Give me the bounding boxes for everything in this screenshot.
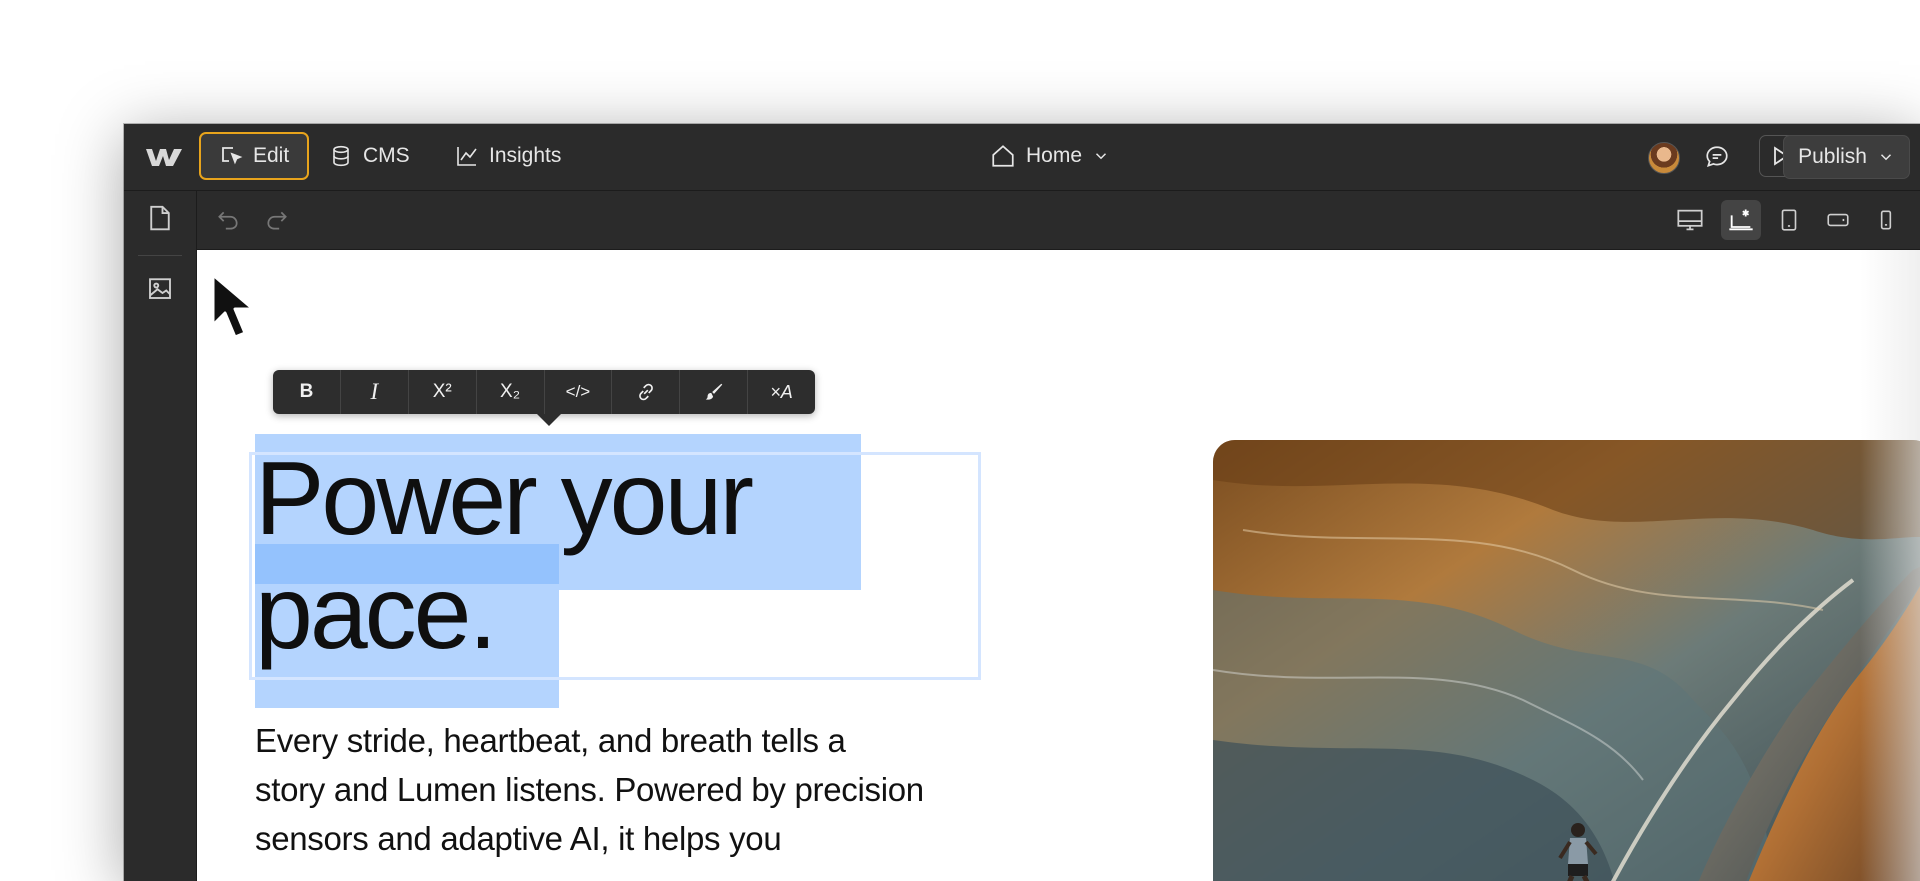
- cms-mode-label: CMS: [363, 144, 410, 167]
- subscript-icon: X₂: [500, 381, 521, 402]
- hero-heading[interactable]: Power your pace.: [255, 442, 995, 670]
- comment-icon: [1706, 146, 1728, 168]
- breakpoint-tablet[interactable]: [1772, 203, 1806, 237]
- clear-formatting-icon: ×A: [770, 381, 793, 402]
- superscript-button[interactable]: X²: [409, 370, 477, 414]
- link-button[interactable]: [612, 370, 681, 414]
- clear-formatting-button[interactable]: ×A: [748, 370, 815, 414]
- superscript-icon: X²: [432, 381, 452, 402]
- page-selector[interactable]: Home: [990, 132, 1110, 180]
- style-brush-button[interactable]: [680, 370, 749, 414]
- link-icon: [638, 383, 653, 401]
- pages-panel-button[interactable]: [144, 201, 176, 235]
- paragraph-line: story and Lumen listens. Powered by prec…: [255, 771, 924, 808]
- italic-icon: I: [370, 379, 379, 404]
- home-icon: [992, 145, 1014, 167]
- design-canvas[interactable]: Power your pace. Every stride, heartbeat…: [197, 250, 1920, 881]
- paragraph-line: sensors and adaptive AI, it helps you: [255, 820, 782, 857]
- database-icon: [333, 145, 349, 167]
- canvas-edge-shadow: [1860, 250, 1920, 881]
- heading-line: Power your: [255, 441, 754, 557]
- cms-mode-button[interactable]: CMS: [311, 132, 428, 180]
- chevron-down-icon: [1096, 153, 1107, 160]
- chevron-down-icon: [1880, 154, 1892, 161]
- subscript-button[interactable]: X₂: [477, 370, 545, 414]
- hero-image[interactable]: [1213, 440, 1920, 881]
- top-bar: Edit CMS Insights Home Publish: [124, 124, 1920, 191]
- code-button[interactable]: </>: [545, 370, 613, 414]
- mobile-landscape-icon: [1827, 213, 1849, 227]
- edit-mode-button[interactable]: Edit: [199, 132, 310, 180]
- edit-mode-label: Edit: [253, 144, 290, 167]
- breakpoint-base[interactable]: [1721, 200, 1761, 240]
- undo-icon: [218, 211, 238, 230]
- designer-window: Edit CMS Insights Home Publish Power you…: [124, 124, 1920, 881]
- breakpoint-mobile-landscape[interactable]: [1821, 203, 1855, 237]
- brush-icon: [705, 383, 722, 400]
- italic-button[interactable]: I: [341, 370, 409, 414]
- publish-button[interactable]: Publish: [1783, 135, 1910, 179]
- mobile-portrait-icon: [1880, 210, 1892, 230]
- base-breakpoint-icon: [1729, 209, 1753, 231]
- beach-runner-photo: [1213, 440, 1920, 881]
- heading-line: pace.: [255, 555, 497, 671]
- redo-icon: [267, 211, 287, 230]
- left-sidebar: [124, 191, 197, 881]
- avatar[interactable]: [1648, 142, 1680, 174]
- rich-text-toolbar: B I X² X₂ </> ×A: [273, 370, 815, 414]
- breakpoint-desktop[interactable]: [1673, 203, 1707, 237]
- line-chart-icon: [457, 147, 477, 166]
- cursor-select-icon: [222, 147, 243, 165]
- insights-mode-button[interactable]: Insights: [437, 132, 579, 180]
- toolbar-caret: [537, 414, 561, 426]
- sidebar-divider: [138, 255, 182, 256]
- desktop-icon: [1677, 209, 1703, 231]
- webflow-logo-icon[interactable]: [144, 144, 184, 170]
- redo-button[interactable]: [260, 203, 294, 237]
- comments-button[interactable]: [1700, 140, 1734, 174]
- tablet-icon: [1781, 209, 1797, 231]
- breakpoint-mobile-portrait[interactable]: [1869, 203, 1903, 237]
- bold-button[interactable]: B: [273, 370, 341, 414]
- hero-paragraph[interactable]: Every stride, heartbeat, and breath tell…: [255, 716, 995, 863]
- insights-mode-label: Insights: [489, 144, 562, 167]
- code-icon: </>: [565, 382, 591, 401]
- mouse-pointer-icon: [211, 273, 255, 339]
- canvas-toolbar: [197, 191, 1920, 250]
- page-icon: [150, 205, 170, 231]
- bold-icon: B: [299, 381, 314, 402]
- undo-button[interactable]: [211, 203, 245, 237]
- page-selector-label: Home: [1026, 144, 1083, 167]
- paragraph-line: Every stride, heartbeat, and breath tell…: [255, 722, 846, 759]
- publish-label: Publish: [1798, 145, 1867, 168]
- assets-icon: [149, 278, 171, 299]
- assets-panel-button[interactable]: [144, 271, 176, 305]
